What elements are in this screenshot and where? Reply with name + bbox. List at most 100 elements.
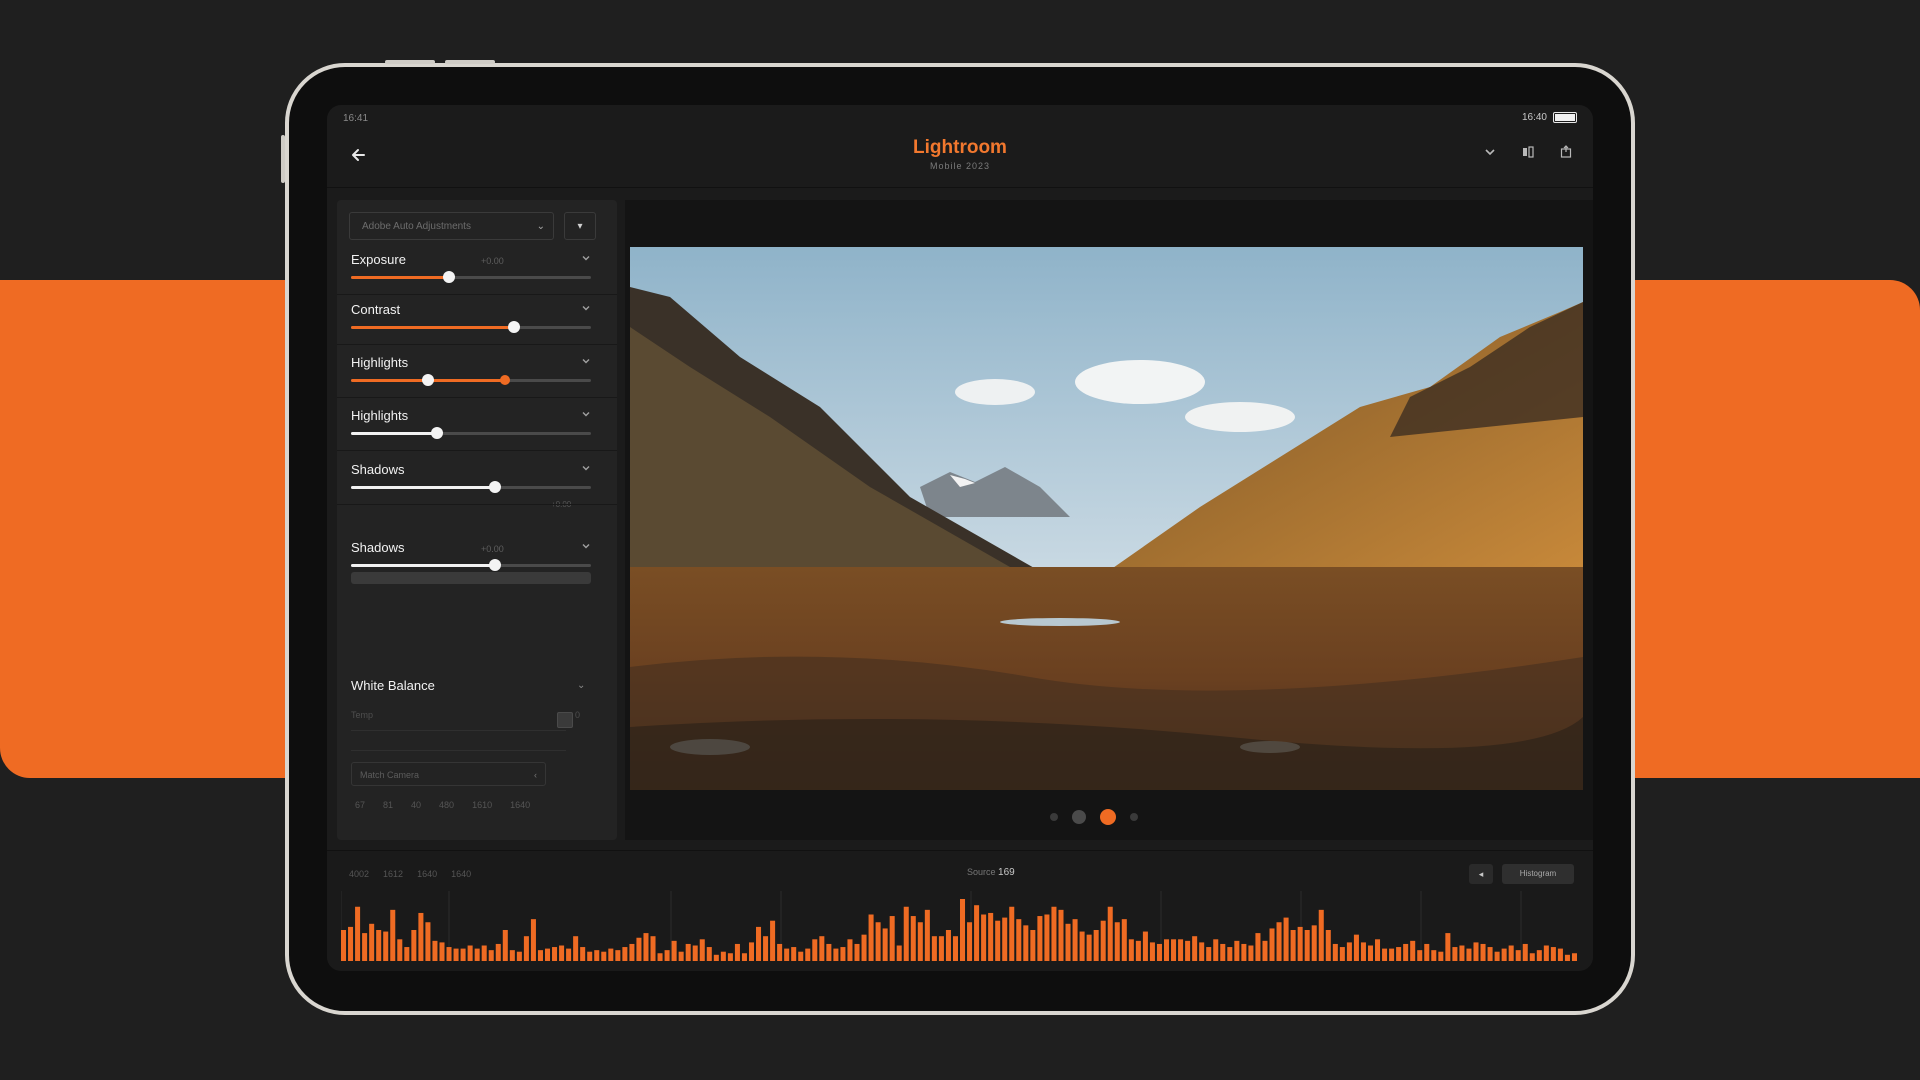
histogram-bar	[1332, 943, 1338, 961]
share-icon[interactable]	[1557, 145, 1575, 162]
slider-fill	[351, 564, 495, 567]
slider-track[interactable]	[351, 427, 591, 439]
slider-track[interactable]	[351, 271, 591, 283]
histogram-bar	[1030, 930, 1036, 961]
panel-number-row: 67 81 40 480 1610 1640	[355, 800, 530, 810]
histogram-bar	[1058, 909, 1064, 961]
preset-menu-button[interactable]: ▾	[564, 212, 596, 240]
histogram-bar	[1241, 943, 1247, 961]
histogram-bar	[1536, 950, 1542, 961]
chevron-down-icon[interactable]	[581, 253, 591, 266]
slider-track[interactable]	[351, 321, 591, 333]
histogram-bar	[819, 936, 825, 961]
chevron-down-icon[interactable]: ⌄	[577, 680, 585, 691]
histogram-bar	[566, 948, 572, 961]
page-dot[interactable]	[1050, 813, 1058, 821]
histogram-bar	[383, 931, 389, 961]
histogram-bar	[601, 951, 607, 961]
histogram-bar	[1325, 930, 1331, 961]
histogram-bar	[1410, 940, 1416, 961]
page-dot[interactable]	[1072, 810, 1086, 824]
landscape-photo[interactable]	[630, 247, 1583, 790]
histogram-bar	[397, 939, 403, 961]
histogram-bar	[643, 933, 649, 961]
histogram-bar	[1199, 942, 1205, 961]
histogram-bar	[1009, 906, 1015, 961]
compare-icon[interactable]	[1519, 145, 1537, 162]
section-bar	[351, 572, 591, 584]
histogram-button[interactable]: Histogram	[1502, 864, 1574, 884]
page-dot[interactable]	[1130, 813, 1138, 821]
histogram-bar	[1255, 933, 1261, 961]
bottom-panel: 4002 1612 1640 1640 Source 169 ◂ Histogr…	[327, 850, 1593, 971]
histogram-bar	[1290, 930, 1296, 961]
panel-number: 1640	[510, 800, 531, 810]
histogram-bar	[1276, 922, 1282, 961]
collapse-button[interactable]: ◂	[1469, 864, 1493, 884]
histogram-bar	[664, 950, 670, 961]
histogram-bar	[967, 922, 973, 961]
slider-knob[interactable]	[499, 375, 510, 385]
page-dot-active[interactable]	[1100, 809, 1116, 825]
histogram-bar	[903, 906, 909, 961]
slider-knob[interactable]	[489, 481, 501, 493]
slider-knob[interactable]	[421, 374, 434, 386]
histogram-bar	[1072, 919, 1078, 961]
histogram-bar	[1424, 943, 1430, 961]
histogram-bar	[1382, 948, 1388, 961]
histogram-bar	[854, 943, 860, 961]
battery-icon	[1553, 112, 1577, 123]
white-balance-checkbox[interactable]	[557, 712, 573, 728]
histogram-bar	[460, 948, 466, 961]
histogram-bar	[650, 936, 656, 961]
histogram-bar	[1002, 917, 1008, 961]
status-right-text: 16:40	[1521, 112, 1547, 123]
histogram-bar	[720, 951, 726, 961]
histogram-bar	[1487, 947, 1493, 961]
slider-knob[interactable]	[508, 321, 521, 333]
histogram-bar	[580, 947, 586, 961]
histogram-bar	[1522, 943, 1528, 961]
histogram-bar	[629, 943, 635, 961]
slider-knob[interactable]	[443, 271, 456, 283]
histogram-bar	[1367, 945, 1374, 961]
slider-knob[interactable]	[489, 559, 501, 571]
histogram-bar	[988, 912, 994, 961]
histogram-bar	[425, 922, 431, 961]
camera-profile-select[interactable]: Match Camera ‹	[351, 762, 546, 786]
bottom-labels: 4002 1612 1640 1640	[349, 869, 471, 879]
histogram-bar	[699, 939, 705, 961]
chevron-down-icon[interactable]	[581, 303, 591, 316]
histogram-bar	[833, 948, 839, 961]
chevron-down-icon[interactable]	[1481, 145, 1499, 162]
histogram-bar	[1192, 936, 1198, 961]
histogram-bar	[1353, 934, 1359, 961]
slider-track[interactable]	[351, 374, 591, 386]
preset-dropdown[interactable]: Adobe Auto Adjustments ⌄	[349, 212, 554, 240]
histogram-bar	[706, 947, 712, 961]
histogram-bar	[931, 936, 937, 961]
histogram-bar	[1156, 943, 1162, 961]
chevron-down-icon[interactable]	[581, 541, 591, 554]
histogram-bar	[763, 936, 769, 961]
chevron-down-icon[interactable]	[581, 409, 591, 422]
chevron-down-icon[interactable]	[581, 463, 591, 476]
histogram-bar	[1135, 940, 1141, 961]
chevron-down-icon[interactable]	[581, 356, 591, 369]
histogram-bar	[741, 953, 747, 961]
histogram-bar	[896, 945, 902, 961]
histogram-bar	[812, 939, 818, 961]
panel-number: 40	[411, 800, 422, 810]
status-time: 16:41	[343, 113, 369, 124]
histogram-bar	[1163, 939, 1170, 961]
histogram-bar	[467, 945, 473, 961]
slider-knob[interactable]	[431, 427, 444, 439]
slider-track[interactable]	[351, 559, 591, 571]
divider	[337, 397, 617, 398]
histogram-bar	[1051, 906, 1057, 961]
histogram-bar	[889, 916, 895, 961]
histogram-bar	[713, 954, 719, 961]
page-indicator	[1050, 809, 1138, 825]
histogram-chart	[341, 891, 1577, 961]
slider-track[interactable]	[351, 481, 591, 493]
